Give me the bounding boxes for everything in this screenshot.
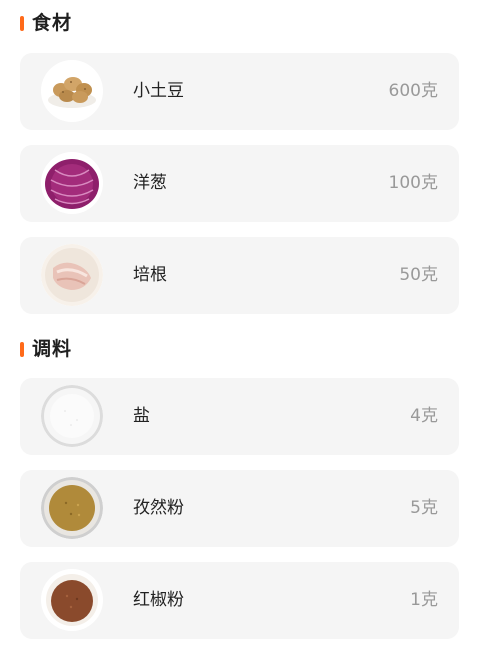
potato-icon — [41, 60, 103, 122]
seasoning-name: 盐 — [133, 406, 150, 426]
ingredient-quantity: 100克 — [388, 173, 438, 193]
seasoning-name: 孜然粉 — [133, 498, 184, 518]
ingredient-row[interactable]: 培根 50克 — [20, 237, 459, 314]
section-accent-bar — [20, 15, 24, 31]
seasoning-row[interactable]: 盐 4克 — [20, 378, 459, 455]
section-title: 调料 — [32, 338, 73, 360]
section-header-ingredients: 食材 — [0, 11, 480, 35]
ingredient-row[interactable]: 小土豆 600克 — [20, 53, 459, 130]
seasoning-name: 红椒粉 — [133, 590, 184, 610]
seasoning-quantity: 5克 — [410, 498, 438, 518]
onion-icon — [41, 152, 103, 214]
salt-icon — [41, 385, 103, 447]
bacon-icon — [41, 244, 103, 306]
recipe-ingredients-page: 食材 小土豆 600克 洋葱 100克 培根 50克 调料 盐 4克 孜然粉 5… — [0, 0, 480, 653]
seasoning-quantity: 1克 — [410, 590, 438, 610]
seasoning-row[interactable]: 孜然粉 5克 — [20, 470, 459, 547]
ingredient-name: 培根 — [133, 265, 167, 285]
ingredient-name: 小土豆 — [133, 81, 184, 101]
section-accent-bar — [20, 341, 24, 357]
paprika-powder-icon — [41, 569, 103, 631]
section-title: 食材 — [32, 12, 73, 34]
seasoning-quantity: 4克 — [410, 406, 438, 426]
ingredient-quantity: 600克 — [388, 81, 438, 101]
cumin-powder-icon — [41, 477, 103, 539]
seasoning-row[interactable]: 红椒粉 1克 — [20, 562, 459, 639]
ingredient-row[interactable]: 洋葱 100克 — [20, 145, 459, 222]
ingredient-quantity: 50克 — [399, 265, 438, 285]
section-header-seasonings: 调料 — [0, 337, 480, 361]
ingredient-name: 洋葱 — [133, 173, 167, 193]
